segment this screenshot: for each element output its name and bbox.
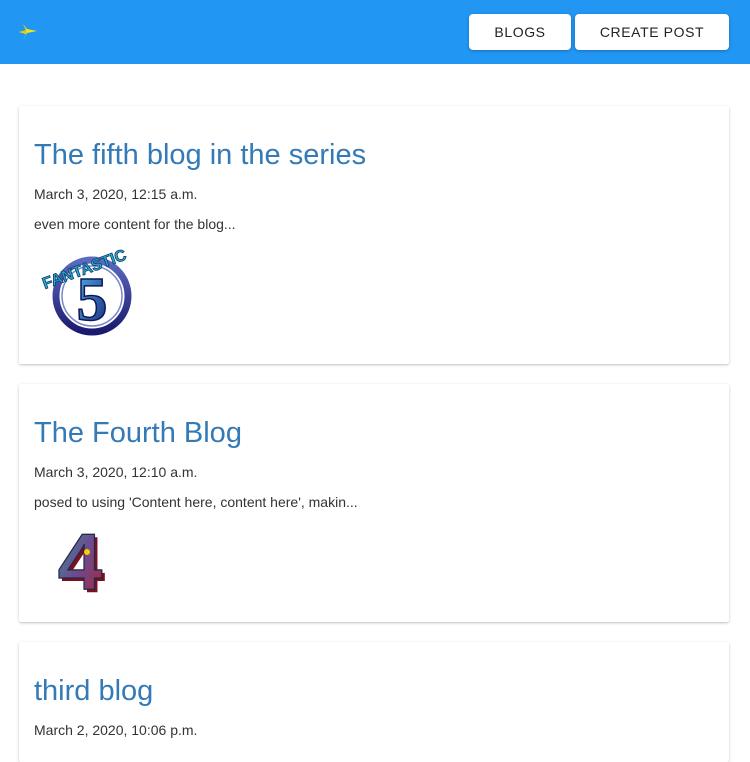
post-thumbnail-image[interactable]: 4 4 bbox=[52, 520, 112, 598]
post-excerpt: posed to using 'Content here, content he… bbox=[34, 494, 358, 510]
post-excerpt: even more content for the blog... bbox=[34, 216, 236, 232]
blogs-button-label: BLOGS bbox=[494, 24, 546, 40]
post-card: The Fourth Blog March 3, 2020, 12:10 a.m… bbox=[19, 384, 729, 622]
app-bar: BLOGS CREATE POST bbox=[0, 0, 750, 64]
plane-icon[interactable] bbox=[18, 22, 38, 42]
post-card: The fifth blog in the series March 3, 20… bbox=[19, 106, 729, 364]
post-title-link[interactable]: The Fourth Blog bbox=[34, 417, 242, 450]
create-post-button[interactable]: CREATE POST bbox=[575, 14, 729, 50]
post-thumbnail-image[interactable]: 5 FANTASTIC bbox=[34, 248, 138, 338]
post-date: March 2, 2020, 10:06 p.m. bbox=[34, 722, 198, 738]
blogs-button[interactable]: BLOGS bbox=[469, 14, 571, 50]
post-date: March 3, 2020, 12:15 a.m. bbox=[34, 186, 198, 202]
create-post-button-label: CREATE POST bbox=[599, 24, 705, 40]
thumbnail-number: 4 bbox=[58, 520, 103, 598]
post-date: March 3, 2020, 12:10 a.m. bbox=[34, 464, 198, 480]
post-title-link[interactable]: third blog bbox=[34, 675, 153, 708]
post-title-link[interactable]: The fifth blog in the series bbox=[34, 139, 366, 172]
post-card: third blog March 2, 2020, 10:06 p.m. bbox=[19, 642, 729, 762]
